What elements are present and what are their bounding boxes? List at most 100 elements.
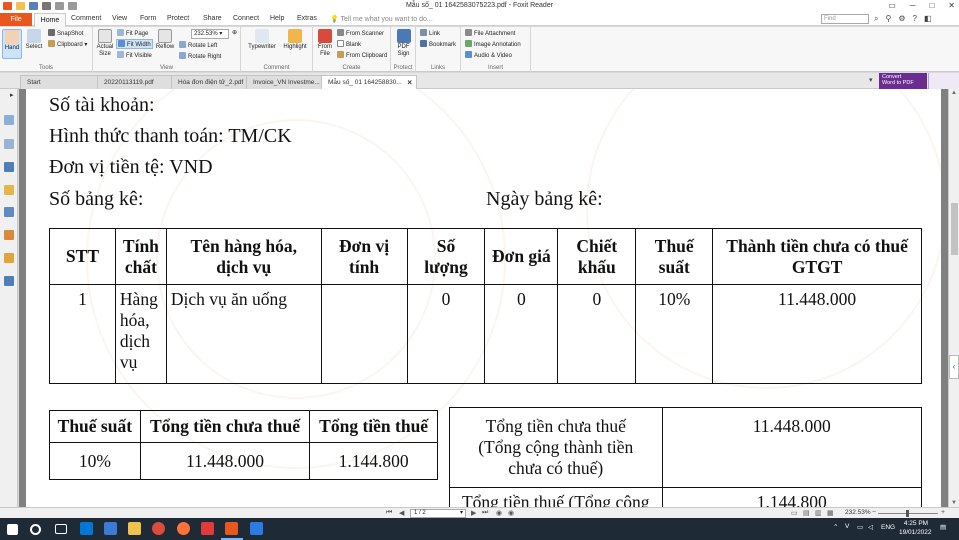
- select-button[interactable]: Select: [24, 29, 44, 51]
- windows-start-icon[interactable]: [7, 524, 18, 535]
- file-explorer-icon[interactable]: [128, 522, 141, 535]
- from-file-button[interactable]: From File: [315, 29, 335, 58]
- chrome-icon[interactable]: [152, 522, 165, 535]
- vietkey-icon[interactable]: V: [845, 523, 849, 530]
- search-options-icon[interactable]: ⚲: [885, 14, 891, 24]
- next-view-icon[interactable]: ◉: [508, 509, 514, 517]
- tab-start[interactable]: Start: [20, 75, 98, 89]
- layers-panel-icon[interactable]: [4, 162, 14, 172]
- from-clipboard-button[interactable]: From Clipboard: [337, 51, 387, 59]
- edge-icon[interactable]: [80, 522, 93, 535]
- menu-help[interactable]: Help: [270, 15, 284, 22]
- bookmark-button[interactable]: Bookmark: [420, 40, 456, 48]
- convert-tools[interactable]: [928, 73, 959, 89]
- language-indicator[interactable]: ENG: [881, 524, 895, 531]
- first-page-icon[interactable]: ⏮: [386, 509, 392, 517]
- vertical-scrollbar[interactable]: ▲ ▼: [948, 89, 959, 507]
- bookmarks-panel-icon[interactable]: [4, 115, 14, 125]
- scroll-down-icon[interactable]: ▼: [951, 500, 957, 506]
- last-page-icon[interactable]: ⏭: [482, 509, 488, 517]
- actual-size-button[interactable]: Actual Size: [95, 29, 115, 58]
- menu-share[interactable]: Share: [203, 15, 222, 22]
- fit-width-button[interactable]: Fit Width: [116, 39, 153, 49]
- menu-extras[interactable]: Extras: [297, 15, 317, 22]
- facing-page-icon[interactable]: ▥: [815, 509, 822, 517]
- settings-icon[interactable]: ⚙: [898, 14, 905, 24]
- find-input[interactable]: Find: [821, 14, 869, 24]
- task-view-icon[interactable]: [55, 524, 67, 534]
- lock-icon[interactable]: [4, 253, 14, 263]
- scroll-up-icon[interactable]: ▲: [951, 90, 957, 96]
- page-dropdown-icon[interactable]: ▾: [460, 510, 463, 517]
- clock-time[interactable]: 4:25 PM: [903, 520, 929, 527]
- volume-icon[interactable]: ◁: [868, 523, 873, 531]
- share-icon[interactable]: ◧: [924, 14, 932, 24]
- page-number-input[interactable]: 1 / 2 ▾: [410, 509, 466, 518]
- collapse-right-panel-icon[interactable]: ‹: [949, 355, 959, 379]
- menu-protect[interactable]: Protect: [167, 15, 189, 22]
- tray-arrow-icon[interactable]: ⌃: [833, 523, 838, 531]
- signature-panel-icon[interactable]: [4, 276, 14, 286]
- document-view[interactable]: Số tài khoản: Hình thức thanh toán: TM/C…: [19, 89, 948, 507]
- minimize-icon[interactable]: ─: [910, 1, 916, 10]
- rotate-right-button[interactable]: Rotate Right: [179, 52, 221, 60]
- pdf-sign-button[interactable]: PDF Sign: [393, 29, 414, 58]
- tab-dropdown-icon[interactable]: ▾: [869, 76, 873, 84]
- tell-me-box[interactable]: 💡 Tell me what you want to do...: [330, 15, 433, 23]
- snapshot-button[interactable]: SnapShot: [48, 29, 83, 37]
- link-button[interactable]: Link: [420, 29, 440, 37]
- foxit-reader-icon[interactable]: [225, 522, 238, 535]
- zoom-select[interactable]: 232.53% ▾: [191, 29, 229, 39]
- close-icon[interactable]: ✕: [948, 1, 955, 10]
- typewriter-button[interactable]: Typewriter: [247, 29, 277, 51]
- clock-date[interactable]: 19/01/2022: [899, 529, 932, 536]
- zalo-icon[interactable]: [250, 522, 263, 535]
- tab-hoa-don-dien-tu-2[interactable]: Hóa đơn điện tử_2.pdf: [171, 75, 247, 89]
- menu-file[interactable]: File: [0, 13, 32, 26]
- fit-page-button[interactable]: Fit Page: [117, 29, 148, 37]
- pages-panel-icon[interactable]: [4, 139, 14, 149]
- zoom-in-icon[interactable]: ⊕: [232, 29, 237, 36]
- file-attachment-button[interactable]: File Attachment: [465, 29, 515, 37]
- search-icon[interactable]: [30, 524, 41, 535]
- previous-view-icon[interactable]: ◉: [496, 509, 502, 517]
- blank-button[interactable]: Blank: [337, 40, 361, 48]
- zoom-in-icon[interactable]: +: [941, 509, 945, 516]
- zoom-slider-knob[interactable]: [906, 510, 909, 517]
- highlight-button[interactable]: Highlight: [281, 29, 309, 51]
- continuous-page-icon[interactable]: ▤: [803, 509, 810, 517]
- security-panel-icon[interactable]: [4, 230, 14, 240]
- image-annotation-button[interactable]: Image Annotation: [465, 40, 521, 48]
- menu-connect[interactable]: Connect: [233, 15, 259, 22]
- menu-home[interactable]: Home: [34, 13, 66, 27]
- next-page-icon[interactable]: ▶: [471, 509, 476, 517]
- rotate-left-button[interactable]: Rotate Left: [179, 41, 217, 49]
- continuous-facing-icon[interactable]: ▦: [827, 509, 834, 517]
- tab-20220113119[interactable]: 20220113119.pdf: [97, 75, 172, 89]
- previous-page-icon[interactable]: ◀: [399, 509, 404, 517]
- convert-word-to-pdf-button[interactable]: Convert Word to PDF: [879, 73, 927, 89]
- scrollbar-thumb[interactable]: [951, 203, 958, 255]
- store-icon[interactable]: [104, 522, 117, 535]
- expand-panel-icon[interactable]: ▸: [10, 91, 14, 99]
- search-icon[interactable]: ⌕: [874, 14, 878, 24]
- attachments-panel-icon[interactable]: [4, 207, 14, 217]
- zoom-out-icon[interactable]: −: [872, 509, 876, 516]
- coccoc-icon[interactable]: [201, 522, 214, 535]
- hand-button[interactable]: Hand: [2, 29, 22, 59]
- comments-panel-icon[interactable]: [4, 185, 14, 195]
- single-page-icon[interactable]: ▭: [791, 509, 798, 517]
- help-icon[interactable]: ?: [913, 14, 917, 24]
- clipboard-button[interactable]: Clipboard ▾: [48, 40, 87, 48]
- audio-video-button[interactable]: Audio & Video: [465, 51, 512, 59]
- menu-form[interactable]: Form: [140, 15, 156, 22]
- tab-invoice-vn[interactable]: Invoice_VN Investme...: [246, 75, 322, 89]
- maximize-icon[interactable]: □: [929, 1, 934, 10]
- menu-view[interactable]: View: [112, 15, 127, 22]
- close-tab-icon[interactable]: ×: [407, 78, 412, 87]
- ribbon-toggle-icon[interactable]: ▭: [888, 1, 896, 10]
- firefox-icon[interactable]: [177, 522, 190, 535]
- network-icon[interactable]: ▭: [857, 523, 863, 531]
- tab-mau-so-01[interactable]: Mẫu số_ 01 164258830... ×: [321, 75, 417, 89]
- from-scanner-button[interactable]: From Scanner: [337, 29, 384, 37]
